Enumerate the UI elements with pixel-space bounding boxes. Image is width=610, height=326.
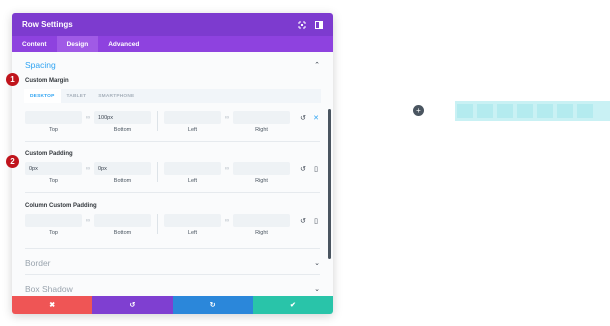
margin-top-input[interactable] bbox=[25, 111, 82, 124]
padding-bottom-label: Bottom bbox=[113, 178, 132, 184]
phone-icon[interactable]: ▯ bbox=[312, 165, 320, 173]
column-placeholder bbox=[557, 104, 573, 118]
close-icon: ✖ bbox=[49, 302, 56, 309]
divider bbox=[25, 141, 320, 142]
modal-tabs: Content Design Advanced bbox=[12, 36, 333, 52]
sidebar-toggle-icon[interactable] bbox=[315, 20, 323, 29]
padding-left-label: Left bbox=[187, 178, 198, 184]
close-icon[interactable]: ✕ bbox=[312, 114, 320, 122]
modal-title: Row Settings bbox=[22, 20, 73, 29]
modal-header: Row Settings bbox=[12, 13, 333, 36]
margin-right-label: Right bbox=[255, 127, 268, 133]
box-shadow-title: Box Shadow bbox=[25, 284, 73, 294]
step-badge-1: 1 bbox=[6, 73, 19, 86]
column-padding-bottom-input[interactable] bbox=[94, 214, 151, 227]
redo-button[interactable]: ↻ bbox=[172, 296, 253, 314]
column-padding-bottom-label: Bottom bbox=[113, 230, 132, 236]
column-padding-top-input[interactable] bbox=[25, 214, 82, 227]
undo-icon: ↺ bbox=[129, 302, 136, 309]
settings-content: Spacing ⌃ Custom Margin DESKTOP TABLET S… bbox=[12, 52, 333, 296]
margin-left-input[interactable] bbox=[164, 111, 221, 124]
reset-icon[interactable]: ↺ bbox=[299, 114, 307, 122]
column-placeholder bbox=[477, 104, 493, 118]
padding-right-input[interactable] bbox=[233, 162, 290, 175]
chevron-down-icon[interactable]: ⌄ bbox=[314, 285, 320, 293]
device-tab-smartphone[interactable]: SMARTPHONE bbox=[92, 94, 140, 99]
link-icon[interactable]: ∞ bbox=[82, 111, 94, 124]
tab-design[interactable]: Design bbox=[56, 36, 99, 52]
device-tab-desktop[interactable]: DESKTOP bbox=[24, 89, 61, 103]
padding-bottom-input[interactable]: 0px bbox=[94, 162, 151, 175]
margin-right-input[interactable] bbox=[233, 111, 290, 124]
padding-top-label: Top bbox=[49, 178, 58, 184]
column-padding-right-input[interactable] bbox=[233, 214, 290, 227]
column-padding-top-label: Top bbox=[49, 230, 58, 236]
redo-icon: ↻ bbox=[209, 302, 216, 309]
column-placeholder bbox=[577, 104, 593, 118]
margin-bottom-input[interactable]: 100px bbox=[94, 111, 151, 124]
row-preview bbox=[455, 101, 610, 121]
tab-content[interactable]: Content bbox=[12, 36, 57, 52]
phone-icon[interactable]: ▯ bbox=[312, 217, 320, 225]
column-placeholder bbox=[537, 104, 553, 118]
expand-icon[interactable] bbox=[298, 21, 306, 29]
link-icon[interactable]: ∞ bbox=[82, 162, 94, 175]
divider bbox=[157, 111, 158, 131]
column-padding-left-label: Left bbox=[187, 230, 198, 236]
add-module-button[interactable]: + bbox=[413, 105, 424, 116]
box-shadow-section-header[interactable]: Box Shadow ⌄ bbox=[12, 278, 333, 296]
step-badge-2: 2 bbox=[6, 155, 19, 168]
spacing-title: Spacing bbox=[25, 60, 56, 70]
margin-left-label: Left bbox=[187, 127, 198, 133]
column-padding-fields: Top ∞ Bottom Left ∞ Right ↺ ▯ bbox=[12, 214, 333, 236]
link-icon[interactable]: ∞ bbox=[82, 214, 94, 227]
reset-icon[interactable]: ↺ bbox=[299, 165, 307, 173]
save-button[interactable]: ✔ bbox=[252, 296, 333, 314]
margin-top-label: Top bbox=[49, 127, 58, 133]
margin-bottom-label: Bottom bbox=[113, 127, 132, 133]
link-icon[interactable]: ∞ bbox=[221, 111, 233, 124]
column-padding-label: Column Custom Padding bbox=[25, 203, 97, 209]
border-section-header[interactable]: Border ⌄ bbox=[12, 252, 333, 274]
column-padding-right-label: Right bbox=[255, 230, 268, 236]
divider bbox=[157, 162, 158, 182]
column-placeholder bbox=[457, 104, 473, 118]
chevron-down-icon[interactable]: ⌄ bbox=[314, 259, 320, 267]
cancel-button[interactable]: ✖ bbox=[12, 296, 93, 314]
device-tab-tablet[interactable]: TABLET bbox=[61, 94, 93, 99]
reset-icon[interactable]: ↺ bbox=[299, 217, 307, 225]
tab-advanced[interactable]: Advanced bbox=[98, 36, 149, 52]
custom-padding-label: Custom Padding bbox=[25, 151, 73, 157]
check-icon: ✔ bbox=[289, 302, 296, 309]
divider bbox=[25, 248, 320, 249]
column-placeholder bbox=[497, 104, 513, 118]
padding-right-label: Right bbox=[255, 178, 268, 184]
column-placeholder bbox=[517, 104, 533, 118]
margin-fields: Top ∞ 100px Bottom Left ∞ Right ↺ ✕ bbox=[12, 111, 333, 133]
modal-footer: ✖ ↺ ↻ ✔ bbox=[12, 296, 333, 314]
plus-icon: + bbox=[416, 105, 421, 115]
undo-button[interactable]: ↺ bbox=[92, 296, 173, 314]
link-icon[interactable]: ∞ bbox=[221, 162, 233, 175]
divider bbox=[157, 214, 158, 234]
column-padding-left-input[interactable] bbox=[164, 214, 221, 227]
chevron-up-icon[interactable]: ⌃ bbox=[314, 61, 320, 69]
link-icon[interactable]: ∞ bbox=[221, 214, 233, 227]
divider bbox=[25, 274, 320, 275]
device-tabs: DESKTOP TABLET SMARTPHONE bbox=[24, 89, 321, 103]
row-settings-modal: Row Settings Content Design Advanced Spa… bbox=[12, 13, 333, 314]
spacing-section-header[interactable]: Spacing ⌃ bbox=[12, 54, 333, 76]
custom-margin-label: Custom Margin bbox=[25, 78, 69, 84]
padding-top-input[interactable]: 0px bbox=[25, 162, 82, 175]
border-title: Border bbox=[25, 258, 51, 268]
divider bbox=[25, 192, 320, 193]
padding-left-input[interactable] bbox=[164, 162, 221, 175]
scrollbar[interactable] bbox=[328, 109, 331, 259]
padding-fields: 0px Top ∞ 0px Bottom Left ∞ Right ↺ ▯ bbox=[12, 162, 333, 184]
